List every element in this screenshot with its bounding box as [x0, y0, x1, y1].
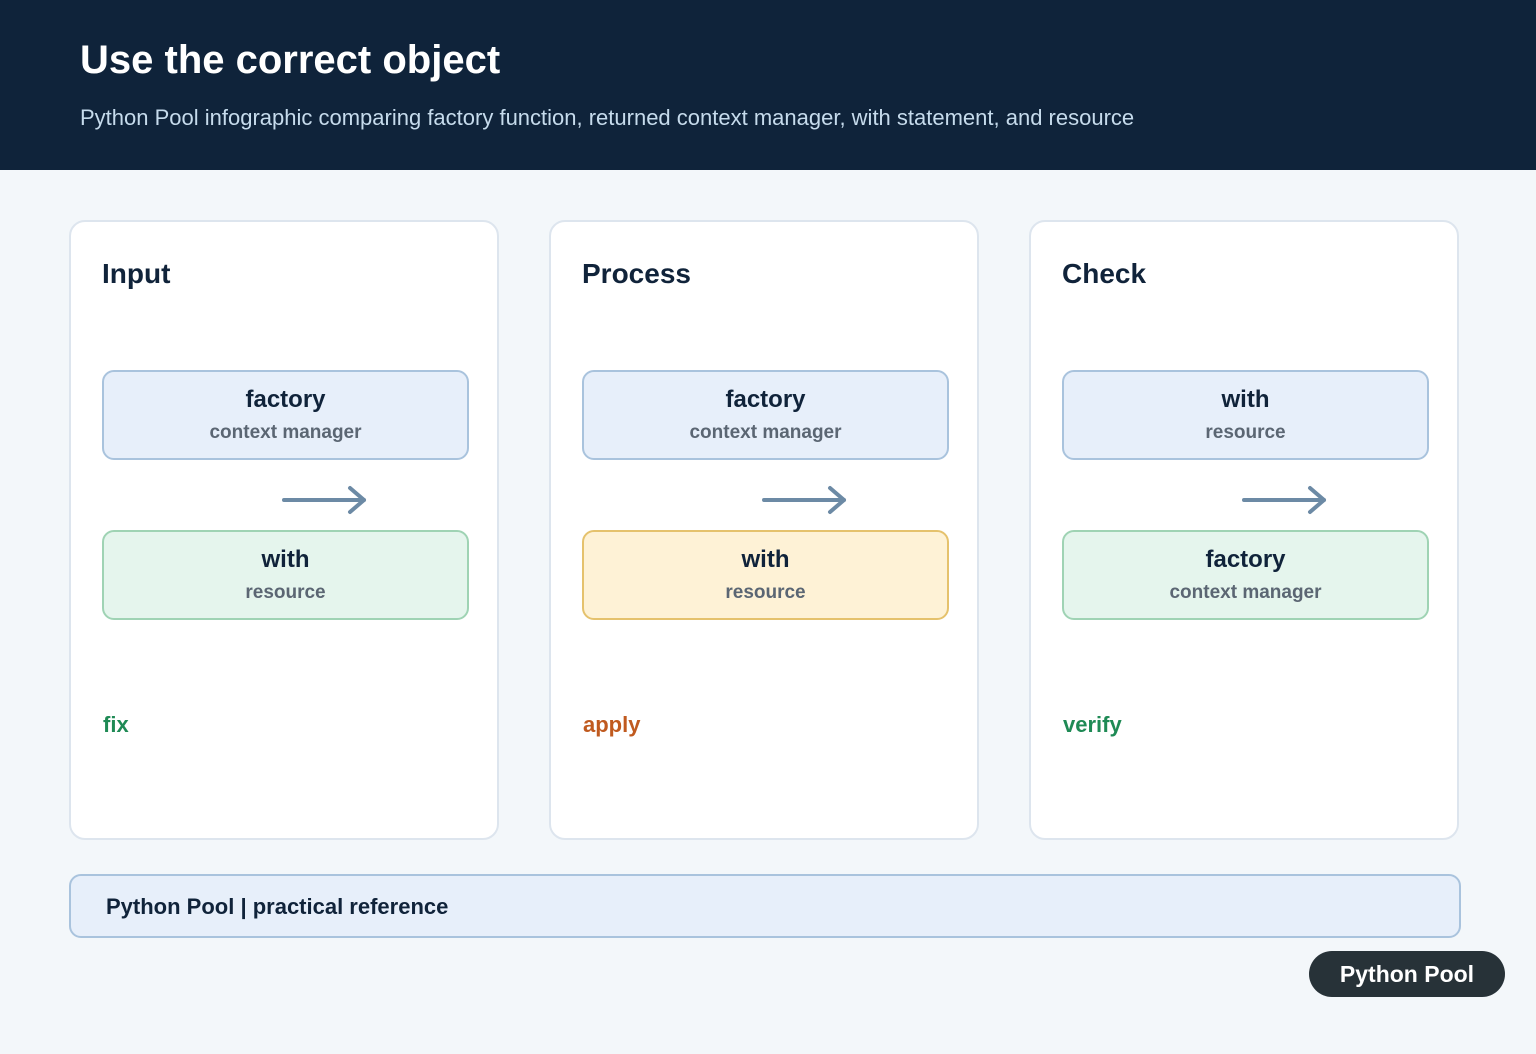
page-subtitle: Python Pool infographic comparing factor…: [80, 105, 1135, 130]
footer-bar: Python Pool | practical reference: [69, 874, 1461, 938]
top-box: factory context manager: [102, 370, 469, 460]
panel-title: Process: [582, 258, 691, 289]
bottom-box-main: with: [741, 546, 790, 573]
step-label: apply: [583, 712, 641, 737]
top-box-sub: resource: [1205, 422, 1286, 443]
top-box-sub: context manager: [209, 422, 362, 443]
brand-badge: Python Pool: [1309, 951, 1505, 997]
top-box-sub: context manager: [689, 422, 842, 443]
footer-text: Python Pool | practical reference: [106, 894, 449, 919]
bottom-box: with resource: [102, 530, 469, 620]
panel-check: Check with resource factory context mana…: [1029, 220, 1459, 840]
top-box-main: with: [1221, 386, 1270, 413]
bottom-box-sub: resource: [245, 582, 326, 603]
panel-input: Input factory context manager with resou…: [69, 220, 499, 840]
panel-title: Input: [102, 258, 171, 289]
top-box: with resource: [1062, 370, 1429, 460]
bottom-box-main: with: [261, 546, 310, 573]
page-title: Use the correct object: [80, 38, 501, 82]
panel-title: Check: [1062, 258, 1147, 289]
arrow-right-icon: [762, 486, 846, 514]
bottom-box: with resource: [582, 530, 949, 620]
bottom-box-sub: resource: [725, 582, 806, 603]
top-box-main: factory: [245, 386, 326, 413]
top-box-main: factory: [725, 386, 806, 413]
panel-process: Process factory context manager with res…: [549, 220, 979, 840]
step-label: verify: [1063, 712, 1122, 737]
bottom-box: factory context manager: [1062, 530, 1429, 620]
step-label: fix: [103, 712, 129, 737]
arrow-right-icon: [1242, 486, 1326, 514]
top-box: factory context manager: [582, 370, 949, 460]
arrow-right-icon: [282, 486, 366, 514]
bottom-box-main: factory: [1205, 546, 1286, 573]
bottom-box-sub: context manager: [1169, 582, 1322, 603]
header-banner: Use the correct object Python Pool infog…: [0, 0, 1536, 170]
